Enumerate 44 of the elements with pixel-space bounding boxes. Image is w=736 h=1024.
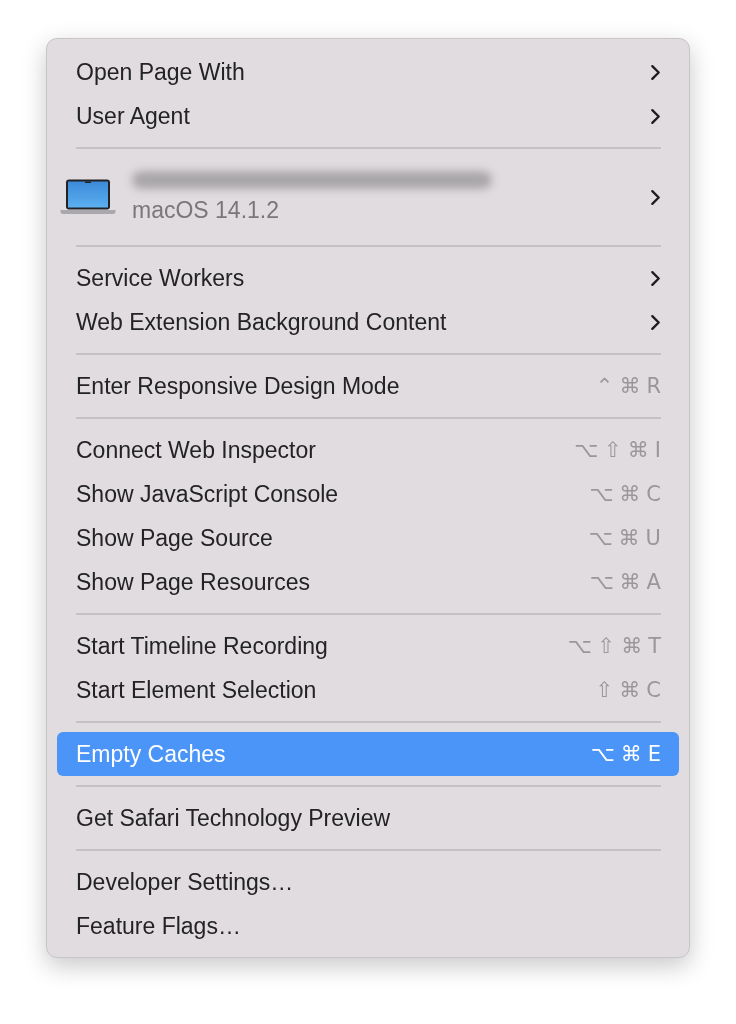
keyboard-shortcut: ⌥⌘A <box>589 570 667 594</box>
chevron-right-icon <box>650 107 661 125</box>
menu-item[interactable]: Developer Settings… <box>57 860 679 904</box>
menu-item[interactable]: Show Page Source ⌥⌘U <box>57 516 679 560</box>
keyboard-shortcut: ⌥⌘E <box>590 742 667 766</box>
menu-item-label: Show JavaScript Console <box>76 480 339 508</box>
chevron-right-icon <box>650 188 661 206</box>
menu-item-label: Open Page With <box>76 58 245 86</box>
chevron-right-icon <box>650 313 661 331</box>
chevron-right-icon <box>650 269 661 287</box>
menu-item-label: Show Page Resources <box>76 568 310 596</box>
menu-item-label: Start Element Selection <box>76 676 317 704</box>
menu-item[interactable]: Show Page Resources ⌥⌘A <box>57 560 679 604</box>
menu-item-label: Start Timeline Recording <box>76 632 328 660</box>
menu-item-label: User Agent <box>76 102 190 130</box>
laptop-icon <box>60 179 116 215</box>
menu-item-label: Service Workers <box>76 264 245 292</box>
menu-item[interactable]: Start Element Selection ⇧⌘C <box>57 668 679 712</box>
keyboard-shortcut: ⇧⌘C <box>595 678 667 702</box>
menu-item[interactable]: User Agent <box>57 94 679 138</box>
keyboard-shortcut: ⌃⌘R <box>595 374 667 398</box>
menu-item-label: Enter Responsive Design Mode <box>76 372 400 400</box>
keyboard-shortcut: ⌥⇧⌘I <box>574 438 667 462</box>
keyboard-shortcut: ⌥⌘U <box>588 526 667 550</box>
menu-item-label: Web Extension Background Content <box>76 308 447 336</box>
device-os: macOS 14.1.2 <box>132 196 281 224</box>
menu-item-label: Show Page Source <box>76 524 273 552</box>
menu-item[interactable]: Get Safari Technology Preview <box>57 796 679 840</box>
menu-item-label: Get Safari Technology Preview <box>76 804 391 832</box>
menu-item[interactable]: Web Extension Background Content <box>57 300 679 344</box>
menu-item[interactable]: Show JavaScript Console ⌥⌘C <box>57 472 679 516</box>
menu-item-label: Connect Web Inspector <box>76 436 316 464</box>
keyboard-shortcut: ⌥⇧⌘T <box>567 634 667 658</box>
menu-item[interactable]: Start Timeline Recording ⌥⇧⌘T <box>57 624 679 668</box>
menu-item-label: Developer Settings… <box>76 868 294 896</box>
menu-item[interactable]: Enter Responsive Design Mode ⌃⌘R <box>57 364 679 408</box>
menu-item[interactable]: Open Page With <box>57 50 679 94</box>
keyboard-shortcut: ⌥⌘C <box>589 482 667 506</box>
menu-item[interactable]: Service Workers <box>57 256 679 300</box>
menu-item-label: Feature Flags… <box>76 912 241 940</box>
chevron-right-icon <box>650 63 661 81</box>
menu-item[interactable]: Feature Flags… <box>57 904 679 948</box>
menu-item-label: Empty Caches <box>76 740 226 768</box>
menu-item[interactable]: Connect Web Inspector ⌥⇧⌘I <box>57 428 679 472</box>
